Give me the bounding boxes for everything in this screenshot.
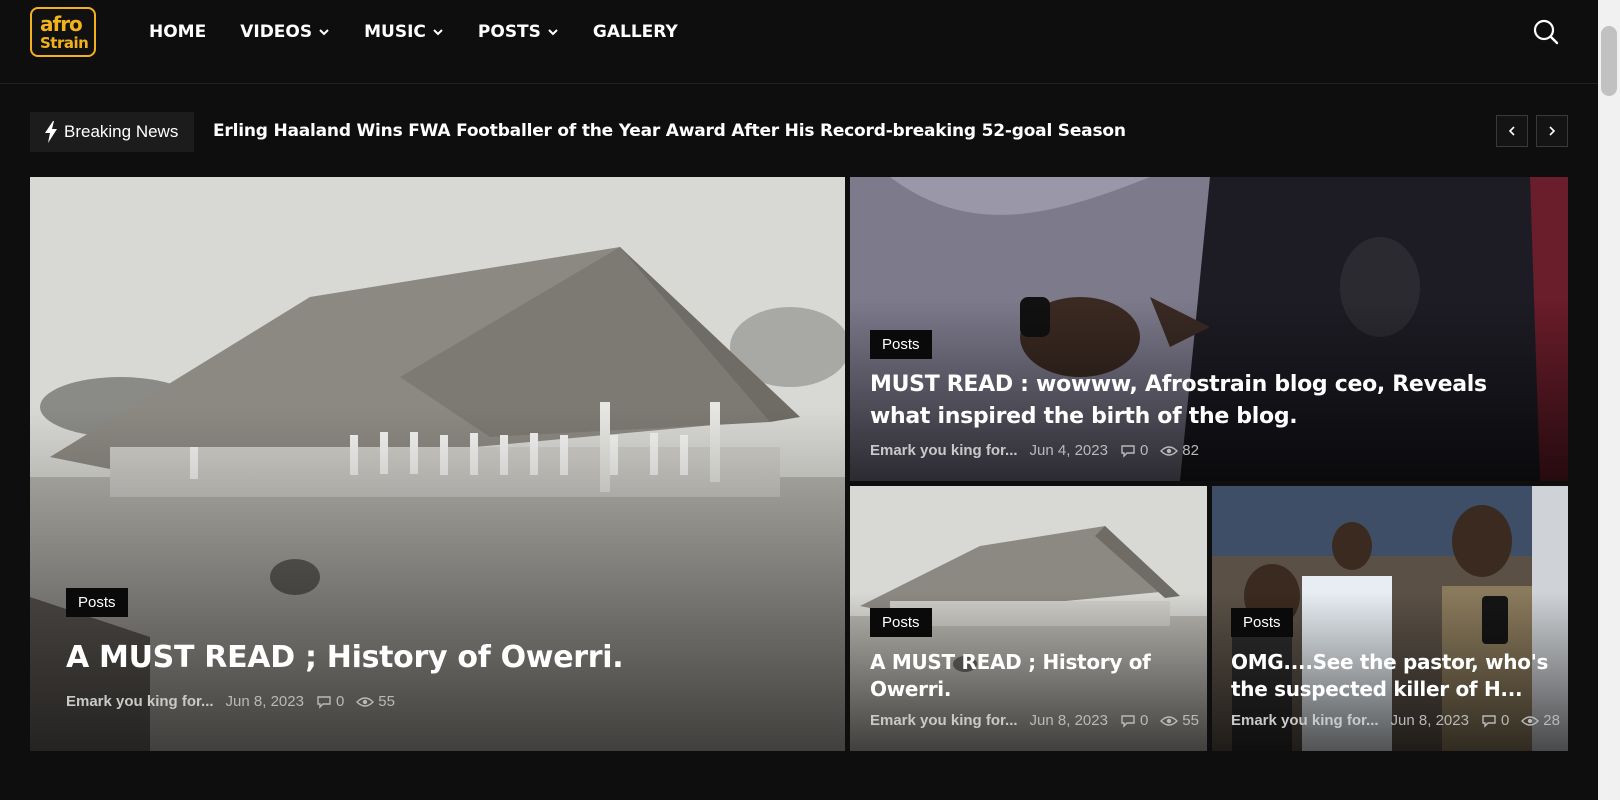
chevron-left-icon [1508,126,1515,136]
breaking-news-bar: Breaking News Erling Haaland Wins FWA Fo… [30,112,1570,152]
comment-count: 0 [1500,712,1510,729]
feature-card-bottom-left[interactable]: Posts A MUST READ ; History of Owerri. E… [850,486,1207,751]
view-count: 28 [1543,712,1560,729]
author-link[interactable]: Emark you king for... [66,693,214,710]
breaking-news-text: Breaking News [64,122,179,141]
nav-videos[interactable]: VIDEOS [240,20,330,44]
post-date: Jun 4, 2023 [1029,442,1108,459]
comment-icon [1481,714,1497,728]
feature-card-top[interactable]: Posts MUST READ : wowww, Afrostrain blog… [850,177,1568,481]
nav-music[interactable]: MUSIC [364,20,444,44]
chevron-down-icon [319,29,329,36]
feature-title[interactable]: OMG....See the pastor, who's the suspect… [1231,649,1561,703]
breaking-news-label: Breaking News [30,112,194,152]
logo-line1: afro [40,12,83,36]
nav-videos-label: VIDEOS [240,22,313,42]
nav-gallery-label: GALLERY [592,22,678,42]
eye-icon [1160,715,1179,727]
comment-icon [1120,714,1136,728]
feature-title[interactable]: MUST READ : wowww, Afrostrain blog ceo, … [870,369,1530,433]
post-date: Jun 8, 2023 [1390,712,1469,729]
category-badge[interactable]: Posts [66,588,128,617]
feature-title[interactable]: A MUST READ ; History of Owerri. [66,639,806,677]
feature-card-bottom-right[interactable]: Posts OMG....See the pastor, who's the s… [1212,486,1568,751]
post-date: Jun 8, 2023 [225,693,304,710]
view-count: 55 [1182,712,1199,729]
category-badge[interactable]: Posts [870,330,932,359]
view-count: 55 [378,693,395,710]
category-badge[interactable]: Posts [870,608,932,637]
main-nav: HOME VIDEOS MUSIC POSTS GALLERY [149,20,712,44]
eye-icon [1160,445,1179,457]
feature-title[interactable]: A MUST READ ; History of Owerri. [870,649,1190,703]
comment-count: 0 [1139,442,1149,459]
nav-gallery[interactable]: GALLERY [593,20,678,44]
comment-count: 0 [1139,712,1149,729]
post-meta: Emark you king for... Jun 4, 2023 0 82 [870,442,1211,459]
scrollbar-thumb[interactable] [1601,26,1617,96]
previous-button[interactable] [1496,115,1528,147]
chevron-right-icon [1549,126,1556,136]
nav-posts-label: POSTS [477,22,541,42]
nav-posts[interactable]: POSTS [478,20,559,44]
category-badge[interactable]: Posts [1231,608,1293,637]
author-link[interactable]: Emark you king for... [870,442,1018,459]
scrollbar[interactable] [1598,0,1620,800]
comment-icon [316,695,332,709]
feature-card-main[interactable]: Posts A MUST READ ; History of Owerri. E… [30,177,845,751]
comment-icon [1120,444,1136,458]
site-logo[interactable]: afro Strain [30,7,96,57]
comment-count: 0 [335,693,345,710]
post-meta: Emark you king for... Jun 8, 2023 0 28 [1231,712,1568,729]
logo-line2: Strain [40,34,89,52]
nav-home-label: HOME [149,22,207,42]
eye-icon [1521,715,1540,727]
nav-home[interactable]: HOME [149,20,206,44]
search-icon[interactable] [1532,18,1560,46]
breaking-headline[interactable]: Erling Haaland Wins FWA Footballer of th… [213,121,1126,141]
lightning-icon [45,121,57,143]
chevron-down-icon [548,29,558,36]
eye-icon [356,696,375,708]
author-link[interactable]: Emark you king for... [870,712,1018,729]
next-button[interactable] [1536,115,1568,147]
author-link[interactable]: Emark you king for... [1231,712,1379,729]
view-count: 82 [1182,442,1199,459]
nav-music-label: MUSIC [364,22,426,42]
site-header: afro Strain HOME VIDEOS MUSIC POSTS GALL… [0,0,1598,84]
post-date: Jun 8, 2023 [1029,712,1108,729]
chevron-down-icon [433,29,443,36]
post-meta: Emark you king for... Jun 8, 2023 0 55 [870,712,1207,729]
post-meta: Emark you king for... Jun 8, 2023 0 55 [66,693,407,710]
